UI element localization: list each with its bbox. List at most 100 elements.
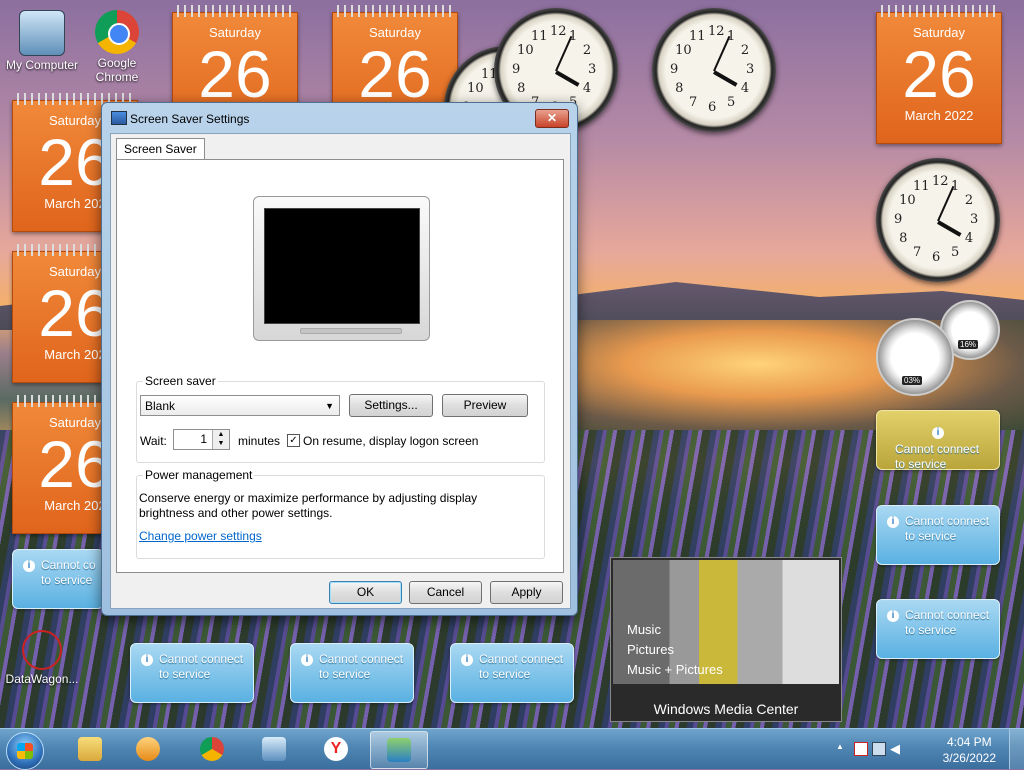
media-player-icon [136,737,160,761]
cancel-button[interactable]: Cancel [409,581,482,604]
cpu-meter-gadget[interactable]: 03% [876,318,954,396]
weather-gadget[interactable]: i Cannot connect to service [876,505,1000,565]
datawagon-icon [22,630,62,670]
weather-gadget[interactable]: i Cannot connect to service [130,643,254,703]
action-center-icon[interactable] [854,742,868,756]
power-management-group: Power management Conserve energy or maxi… [136,468,545,559]
clock-gadget[interactable]: 121234567891011 [876,158,1000,282]
display-settings-icon [387,738,411,762]
wait-label: Wait: [140,434,167,448]
clock-number: 9 [894,212,903,227]
resume-label: On resume, display logon screen [303,434,479,448]
taskbar-media-player[interactable] [120,731,176,767]
clock-hand [713,70,738,87]
spin-arrows-icon[interactable]: ▲ ▼ [212,430,229,449]
clock-number: 5 [951,244,960,260]
taskbar-screen-saver-settings[interactable] [370,731,428,769]
info-icon: i [887,610,899,622]
clock-number: 12 [708,24,725,39]
preview-monitor [253,196,430,341]
calendar-gadget[interactable]: Saturday 26 March 2022 [876,5,1002,144]
settings-button[interactable]: Settings... [349,394,433,417]
show-desktop-button[interactable] [1009,729,1024,769]
weather-gadget[interactable]: i Cannot connect to service [290,643,414,703]
start-button[interactable] [6,732,44,770]
clock-number: 5 [727,94,736,110]
screen-saver-group: Screen saver Blank ▼ Settings... Preview… [136,374,545,463]
network-tray-icon[interactable] [872,742,886,756]
desktop-icon-google-chrome[interactable]: Google Chrome [75,10,159,84]
clock-number: 12 [932,174,949,189]
clock-number: 7 [913,244,922,260]
clock-number: 7 [689,94,698,110]
resume-checkbox[interactable]: ✓ [287,434,300,447]
info-icon: i [932,427,944,439]
desktop-icon-datawagon[interactable]: DataWagon... [0,630,84,686]
wait-stepper[interactable]: 1 ▲ ▼ [173,429,230,450]
ok-button[interactable]: OK [329,581,402,604]
weather-gadget[interactable]: i Cannot co to service [12,549,104,609]
taskbar-clock[interactable]: 4:04 PM 3/26/2022 [943,734,996,766]
apply-button[interactable]: Apply [490,581,563,604]
windows-logo-icon [17,743,33,759]
volume-icon[interactable]: ◀ [890,741,900,757]
taskbar-network[interactable] [246,731,302,767]
taskbar: Y ▲ ◀ 4:04 PM 3/26/2022 [0,728,1024,770]
clock-hand [937,220,962,237]
close-button[interactable]: ✕ [535,109,569,128]
folder-icon [78,737,102,761]
screen-saver-select[interactable]: Blank ▼ [140,395,340,416]
screen-saver-dialog: Screen Saver Settings ✕ Screen Saver Scr… [101,102,578,616]
clock-number: 12 [550,24,567,39]
weather-gadget[interactable]: i Cannot connect to service [876,599,1000,659]
chrome-icon [200,737,224,761]
taskbar-yandex[interactable]: Y [308,731,364,767]
taskbar-chrome[interactable] [184,731,240,767]
clock-number: 3 [588,62,597,77]
power-description: Conserve energy or maximize performance … [139,491,478,520]
clock-number: 11 [689,29,706,45]
dialog-client: Screen Saver Screen saver Blank ▼ Settin… [110,133,571,609]
clock-number: 10 [675,43,692,58]
desktop-icon-my-computer[interactable]: My Computer [0,10,84,72]
clock-number: 11 [913,179,930,195]
info-icon: i [301,654,313,666]
weather-gadget[interactable]: i Cannot connect to service [450,643,574,703]
clock-gadget[interactable]: 121234567891011 [652,8,776,132]
clock-number: 3 [970,212,979,227]
clock-hand [555,70,580,87]
monitor-icon [111,111,127,125]
network-icon [262,737,286,761]
media-item-music-pictures[interactable]: Music + Pictures [627,660,723,680]
clock-number: 2 [740,43,750,58]
media-item-pictures[interactable]: Pictures [627,640,723,660]
dialog-title: Screen Saver Settings [130,112,250,126]
clock-hand [937,185,955,222]
media-center-gadget[interactable]: Music Pictures Music + Pictures Windows … [610,557,842,722]
clock-number: 3 [746,62,755,77]
title-bar[interactable]: Screen Saver Settings ✕ [102,103,577,133]
clock-number: 10 [517,43,534,58]
media-item-music[interactable]: Music [627,620,723,640]
tab-panel: Screen saver Blank ▼ Settings... Preview… [116,159,564,573]
computer-icon [19,10,65,56]
clock-hand [555,35,573,72]
clock-number: 10 [899,193,916,208]
preview-button[interactable]: Preview [442,394,528,417]
tab-screen-saver[interactable]: Screen Saver [116,138,205,160]
info-icon: i [887,516,899,528]
tray-expand-icon[interactable]: ▲ [836,742,844,751]
clock-number: 4 [582,81,592,96]
system-tray: ▲ ◀ 4:04 PM 3/26/2022 [834,729,1024,769]
change-power-settings-link[interactable]: Change power settings [139,529,262,543]
weather-gadget[interactable]: i Cannot connect to service [876,410,1000,471]
clock-number: 6 [708,100,717,115]
taskbar-explorer[interactable] [62,731,118,767]
clock-number: 8 [517,81,526,96]
info-icon: i [141,654,153,666]
clock-number: 8 [899,231,908,246]
clock-number: 2 [964,193,974,208]
yandex-icon: Y [324,737,348,761]
clock-number: 11 [531,29,548,45]
info-icon: i [23,560,35,572]
